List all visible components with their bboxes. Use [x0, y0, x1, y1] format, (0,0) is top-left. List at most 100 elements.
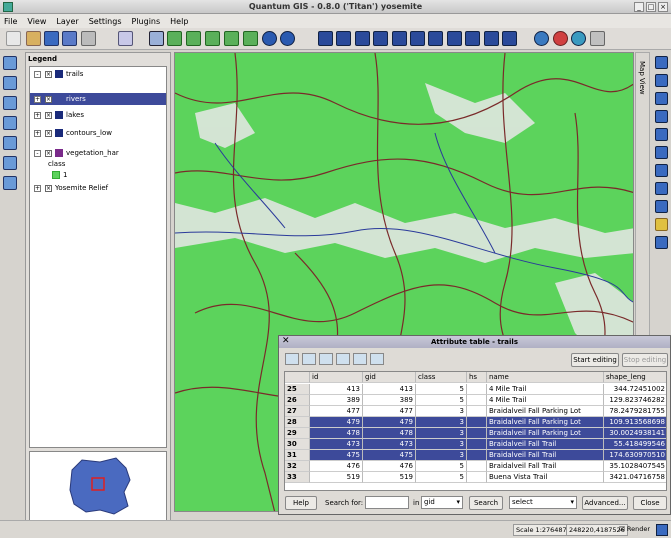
- maximize-button[interactable]: □: [646, 2, 656, 12]
- overview-icon[interactable]: [534, 31, 549, 46]
- cell-id[interactable]: 519: [310, 472, 363, 483]
- menu-layer[interactable]: Layer: [56, 17, 78, 26]
- cell-hs[interactable]: [467, 417, 487, 428]
- cell-class[interactable]: 3: [416, 406, 467, 417]
- refresh-icon[interactable]: [280, 31, 295, 46]
- cell-gid[interactable]: 477: [363, 406, 416, 417]
- cell-name[interactable]: Braidalveil Fall Parking Lot: [487, 428, 604, 439]
- cut-icon[interactable]: [655, 182, 668, 195]
- paste-icon[interactable]: [655, 218, 668, 231]
- cell-class[interactable]: 3: [416, 450, 467, 461]
- cell-id[interactable]: 413: [310, 384, 363, 395]
- menu-view[interactable]: View: [27, 17, 46, 26]
- legend-layer-rivers[interactable]: + × rivers: [30, 93, 166, 105]
- pan-icon[interactable]: [149, 31, 164, 46]
- cell-id[interactable]: 479: [310, 417, 363, 428]
- table-row[interactable]: 32 476 476 5 Braidalveil Fall Trail 35.1…: [285, 461, 666, 472]
- start-editing-button[interactable]: Start editing: [571, 353, 619, 367]
- row-number[interactable]: 29: [285, 428, 310, 439]
- projection-icon[interactable]: [656, 524, 668, 536]
- cell-hs[interactable]: [467, 472, 487, 483]
- column-header[interactable]: id: [310, 372, 363, 383]
- digitize-polygon-icon[interactable]: [655, 92, 668, 105]
- expand-icon[interactable]: -: [34, 149, 41, 157]
- row-number[interactable]: 26: [285, 395, 310, 406]
- cell-gid[interactable]: 389: [363, 395, 416, 406]
- settings-icon[interactable]: [590, 31, 605, 46]
- add-vertex-icon[interactable]: [655, 128, 668, 141]
- cell-hs[interactable]: [467, 461, 487, 472]
- new-attribute-icon[interactable]: [353, 353, 367, 365]
- user-icon[interactable]: [3, 156, 17, 170]
- row-number[interactable]: 30: [285, 439, 310, 450]
- select-features-icon[interactable]: [336, 31, 351, 46]
- save-as-icon[interactable]: [62, 31, 77, 46]
- cell-hs[interactable]: [467, 395, 487, 406]
- row-number[interactable]: 32: [285, 461, 310, 472]
- cell-name[interactable]: 4 Mile Trail: [487, 395, 604, 406]
- grid-icon[interactable]: [3, 116, 17, 130]
- cell-id[interactable]: 476: [310, 461, 363, 472]
- attribute-grid[interactable]: id gid class hs name shape_leng 25 413 4…: [284, 371, 667, 491]
- cell-hs[interactable]: [467, 428, 487, 439]
- menu-settings[interactable]: Settings: [89, 17, 122, 26]
- cell-class[interactable]: 3: [416, 428, 467, 439]
- cell-name[interactable]: Braidalveil Fall Parking Lot: [487, 417, 604, 428]
- help-button[interactable]: Help: [285, 496, 317, 510]
- digitize-icon[interactable]: [655, 56, 668, 69]
- cell-gid[interactable]: 473: [363, 439, 416, 450]
- open-project-icon[interactable]: [26, 31, 41, 46]
- column-header[interactable]: gid: [363, 372, 416, 383]
- digitize-point-icon[interactable]: [3, 76, 17, 90]
- row-number[interactable]: 28: [285, 417, 310, 428]
- cell-shape-leng[interactable]: 174.630970510: [604, 450, 666, 461]
- table-row[interactable]: 25 413 413 5 4 Mile Trail 344.72451002: [285, 384, 666, 395]
- search-column-select[interactable]: gid ▾: [421, 496, 463, 509]
- table-row[interactable]: 33 519 519 5 Buena Vista Trail 3421.0471…: [285, 472, 666, 483]
- add-layer-icon[interactable]: [3, 56, 17, 70]
- table-row-selected[interactable]: 30 473 473 3 Braidalveil Fall Trail 55.4…: [285, 439, 666, 450]
- table-row[interactable]: 26 389 389 5 4 Mile Trail 129.823746282: [285, 395, 666, 406]
- add-postgis-icon[interactable]: [447, 31, 462, 46]
- remove-selection-icon[interactable]: [285, 353, 299, 365]
- grid2-icon[interactable]: [3, 136, 17, 150]
- stop-editing-button[interactable]: Stop editing: [622, 353, 668, 367]
- add-all-icon[interactable]: [484, 31, 499, 46]
- cell-gid[interactable]: 519: [363, 472, 416, 483]
- cell-class[interactable]: 5: [416, 395, 467, 406]
- cell-shape-leng[interactable]: 344.72451002: [604, 384, 666, 395]
- cell-hs[interactable]: [467, 384, 487, 395]
- identify-icon[interactable]: [318, 31, 333, 46]
- cell-gid[interactable]: 413: [363, 384, 416, 395]
- print-icon[interactable]: [81, 31, 96, 46]
- cell-id[interactable]: 477: [310, 406, 363, 417]
- save-project-icon[interactable]: [44, 31, 59, 46]
- visibility-checkbox[interactable]: ×: [45, 149, 52, 157]
- column-header[interactable]: class: [416, 372, 467, 383]
- cell-shape-leng[interactable]: 3421.04716758: [604, 472, 666, 483]
- table-row-selected[interactable]: 28 479 479 3 Braidalveil Fall Parking Lo…: [285, 417, 666, 428]
- cell-id[interactable]: 389: [310, 395, 363, 406]
- cell-shape-leng[interactable]: 129.823746282: [604, 395, 666, 406]
- cell-shape-leng[interactable]: 78.2479281755: [604, 406, 666, 417]
- cell-gid[interactable]: 478: [363, 428, 416, 439]
- menu-file[interactable]: File: [4, 17, 17, 26]
- users-icon[interactable]: [3, 176, 17, 190]
- minimize-button[interactable]: _: [634, 2, 644, 12]
- cell-gid[interactable]: 475: [363, 450, 416, 461]
- zoom-full-icon[interactable]: [205, 31, 220, 46]
- cell-name[interactable]: Braidalveil Fall Trail: [487, 439, 604, 450]
- select-mode-select[interactable]: select ▾: [509, 496, 577, 509]
- cell-shape-leng[interactable]: 55.418499546: [604, 439, 666, 450]
- cell-hs[interactable]: [467, 406, 487, 417]
- expand-icon[interactable]: +: [34, 111, 41, 119]
- column-header[interactable]: shape_leng: [604, 372, 666, 383]
- cell-class[interactable]: 3: [416, 439, 467, 450]
- move-vertex-icon[interactable]: [655, 164, 668, 177]
- legend-layer-contours-low[interactable]: + × contours_low: [30, 127, 166, 139]
- visibility-checkbox[interactable]: ×: [45, 70, 52, 78]
- measure-line-icon[interactable]: [355, 31, 370, 46]
- render-checkbox[interactable]: ☒ Render: [617, 524, 652, 536]
- measure-area-icon[interactable]: [373, 31, 388, 46]
- row-number[interactable]: 31: [285, 450, 310, 461]
